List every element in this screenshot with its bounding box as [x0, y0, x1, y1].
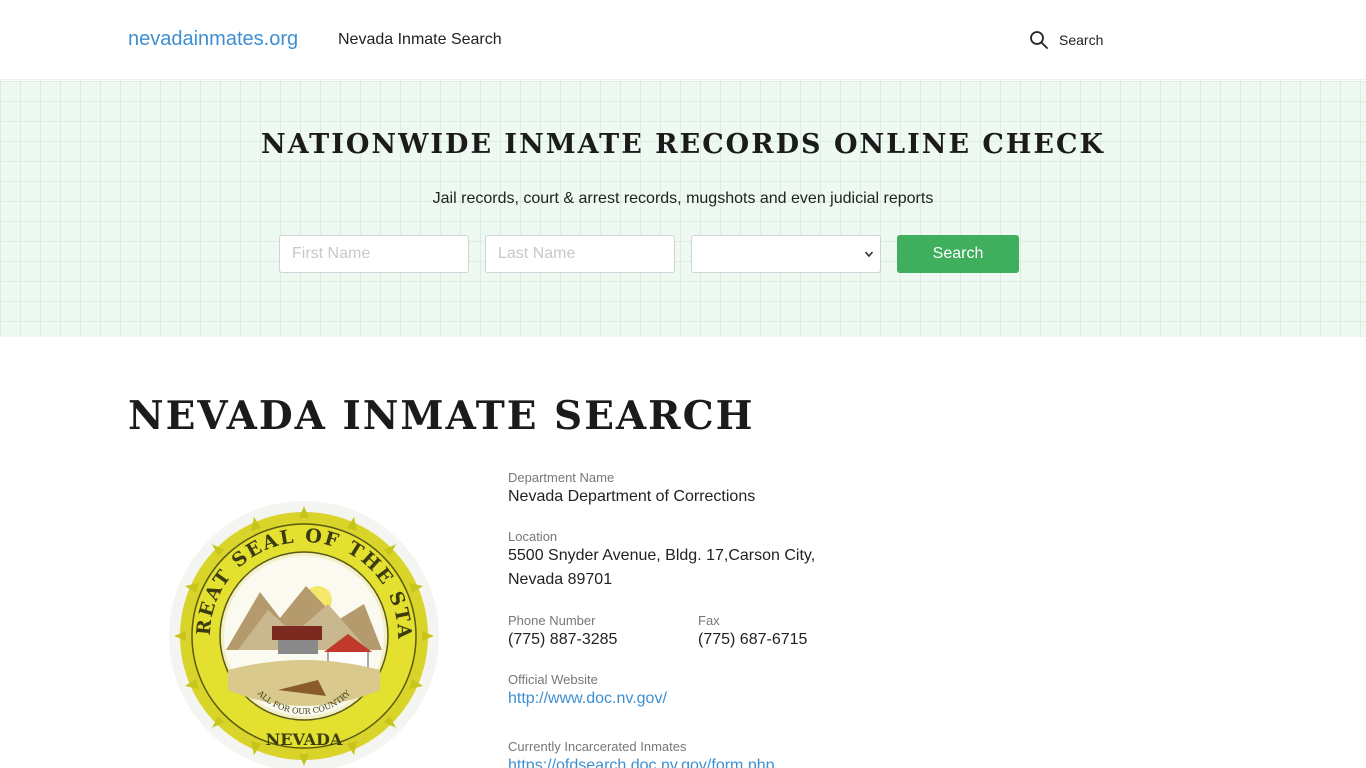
location-line2: Nevada 89701 — [508, 571, 613, 588]
site-header: nevadainmates.org Nevada Inmate Search S… — [0, 0, 1366, 80]
hero-search-button[interactable]: Search — [897, 235, 1019, 273]
official-website-link[interactable]: http://www.doc.nv.gov/ — [508, 690, 667, 707]
inmates-label: Currently Incarcerated Inmates — [508, 739, 687, 754]
nevada-state-seal: THE GREAT SEAL OF THE STATE OF ALL FOR O… — [158, 483, 440, 768]
phone-label: Phone Number — [508, 613, 596, 628]
inmates-info: Currently Incarcerated Inmates https://o… — [508, 739, 775, 768]
fax-info: Fax (775) 687-6715 — [698, 613, 807, 652]
department-info: Department Name Nevada Department of Cor… — [508, 470, 755, 509]
website-info: Official Website http://www.doc.nv.gov/ — [508, 672, 667, 711]
nav-link-nevada-inmate-search[interactable]: Nevada Inmate Search — [338, 31, 502, 49]
hero-search-section: NATIONWIDE INMATE RECORDS ONLINE CHECK J… — [0, 81, 1366, 337]
phone-info: Phone Number (775) 887-3285 — [508, 613, 617, 652]
location-line1: 5500 Snyder Avenue, Bldg. 17,Carson City… — [508, 547, 816, 564]
site-logo[interactable]: nevadainmates.org — [128, 28, 298, 51]
first-name-input[interactable] — [279, 235, 469, 273]
header-search-label: Search — [1059, 32, 1104, 48]
state-select[interactable] — [691, 235, 881, 273]
location-info: Location 5500 Snyder Avenue, Bldg. 17,Ca… — [508, 529, 815, 592]
search-icon — [1030, 31, 1048, 49]
last-name-input[interactable] — [485, 235, 675, 273]
page-title: NEVADA INMATE SEARCH — [128, 393, 755, 439]
hero-subtitle: Jail records, court & arrest records, mu… — [432, 190, 934, 207]
state-seal-icon: THE GREAT SEAL OF THE STATE OF ALL FOR O… — [158, 483, 439, 768]
chevron-down-icon — [864, 251, 874, 258]
fax-label: Fax — [698, 613, 720, 628]
hero-title: NATIONWIDE INMATE RECORDS ONLINE CHECK — [261, 129, 1105, 160]
website-label: Official Website — [508, 672, 598, 687]
fax-value: (775) 687-6715 — [698, 631, 808, 648]
department-value: Nevada Department of Corrections — [508, 488, 756, 505]
header-search-button[interactable]: Search — [1029, 30, 1103, 50]
phone-value: (775) 887-3285 — [508, 631, 618, 648]
department-label: Department Name — [508, 470, 615, 485]
location-label: Location — [508, 529, 558, 544]
inmates-search-link[interactable]: https://ofdsearch.doc.nv.gov/form.php — [508, 757, 775, 768]
seal-bottom-text: NEVADA — [266, 730, 343, 749]
